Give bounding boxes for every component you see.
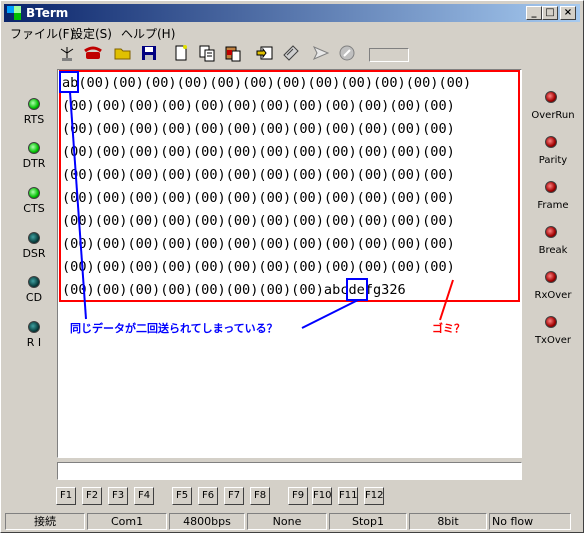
phone-icon[interactable] xyxy=(83,43,103,63)
stop-icon[interactable] xyxy=(337,43,357,63)
led-label: Parity xyxy=(538,155,568,166)
maximize-button[interactable]: □ xyxy=(542,6,558,20)
open-folder-icon[interactable] xyxy=(113,43,133,63)
led-frame-indicator xyxy=(545,181,557,193)
led-label: R I xyxy=(26,336,42,349)
paste-icon[interactable] xyxy=(223,43,243,63)
led-label: OverRun xyxy=(531,110,575,121)
red-highlight-box xyxy=(59,70,520,302)
led-label: DTR xyxy=(22,157,46,170)
led-ri-indicator xyxy=(28,321,40,333)
led-overrun-indicator xyxy=(545,91,557,103)
led-label: Frame xyxy=(537,200,569,211)
led-rxover-indicator xyxy=(545,271,557,283)
minimize-button[interactable]: _ xyxy=(526,6,542,20)
fkey-f12-button[interactable]: F12 xyxy=(364,487,384,505)
toolbar-field xyxy=(369,48,409,62)
menu-file[interactable]: ファイル(F) xyxy=(10,25,74,42)
copy-icon[interactable] xyxy=(197,43,217,63)
annotation-overlay xyxy=(59,70,520,329)
fkey-f6-button[interactable]: F6 xyxy=(198,487,218,505)
led-label: Break xyxy=(538,245,568,256)
annotation-duplicate-note: 同じデータが二回送られてしまっている？ xyxy=(70,322,278,335)
send-input[interactable] xyxy=(57,462,522,480)
menu-settings[interactable]: 設定(S) xyxy=(71,25,112,42)
menu-help[interactable]: ヘルプ(H) xyxy=(121,25,175,42)
send-arrow-icon[interactable] xyxy=(311,43,331,63)
fkey-f3-button[interactable]: F3 xyxy=(108,487,128,505)
led-label: TxOver xyxy=(534,335,572,346)
status-connection: 接続 xyxy=(5,513,85,530)
status-port: Com1 xyxy=(87,513,167,530)
fkey-f7-button[interactable]: F7 xyxy=(224,487,244,505)
status-databits: 8bit xyxy=(409,513,487,530)
fkey-f11-button[interactable]: F11 xyxy=(338,487,358,505)
app-icon xyxy=(7,6,21,20)
fkey-f2-button[interactable]: F2 xyxy=(82,487,102,505)
blue-highlight-box-top xyxy=(59,71,79,93)
antenna-icon[interactable] xyxy=(57,43,77,63)
blue-pointer-line-left xyxy=(69,91,87,320)
led-cts-indicator xyxy=(28,187,40,199)
fkey-f10-button[interactable]: F10 xyxy=(312,487,332,505)
status-parity: None xyxy=(247,513,327,530)
status-stopbits: Stop1 xyxy=(329,513,407,530)
terminal-output[interactable]: ab(00)(00)(00)(00)(00)(00)(00)(00)(00)(0… xyxy=(57,69,522,458)
led-parity-indicator xyxy=(545,136,557,148)
new-file-icon[interactable] xyxy=(171,43,191,63)
led-label: RTS xyxy=(23,113,45,126)
status-bar: 接続 Com1 4800bps None Stop1 8bit No flow xyxy=(3,513,581,531)
title-bar[interactable]: BTerm _ □ × xyxy=(4,4,580,22)
led-label: DSR xyxy=(22,247,46,260)
led-dtr-indicator xyxy=(28,142,40,154)
fkey-f8-button[interactable]: F8 xyxy=(250,487,270,505)
window-title: BTerm xyxy=(26,6,69,20)
save-icon[interactable] xyxy=(139,43,159,63)
fkey-f5-button[interactable]: F5 xyxy=(172,487,192,505)
led-dsr-indicator xyxy=(28,232,40,244)
status-flow: No flow xyxy=(489,513,571,530)
blue-highlight-box-bottom xyxy=(346,278,368,301)
app-window: BTerm _ □ × ファイル(F) 設定(S) ヘルプ(H) ab(00)(… xyxy=(0,0,584,533)
led-break-indicator xyxy=(545,226,557,238)
led-label: RxOver xyxy=(534,290,572,301)
status-baud: 4800bps xyxy=(169,513,245,530)
blue-pointer-line-right xyxy=(301,299,359,329)
receive-file-icon[interactable] xyxy=(255,43,275,63)
led-rts-indicator xyxy=(28,98,40,110)
led-txover-indicator xyxy=(545,316,557,328)
close-button[interactable]: × xyxy=(560,6,576,20)
fkey-f1-button[interactable]: F1 xyxy=(56,487,76,505)
led-label: CTS xyxy=(23,202,45,215)
fkey-f9-button[interactable]: F9 xyxy=(288,487,308,505)
led-cd-indicator xyxy=(28,276,40,288)
send-file-icon[interactable] xyxy=(281,43,301,63)
annotation-garbage-note: ゴミ？ xyxy=(432,322,465,335)
fkey-f4-button[interactable]: F4 xyxy=(134,487,154,505)
led-label: CD xyxy=(25,291,43,304)
